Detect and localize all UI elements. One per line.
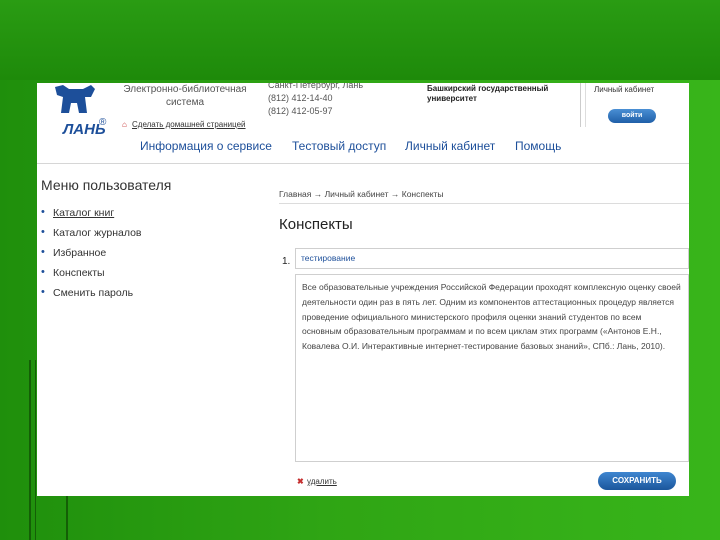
university-box: Башкирский государственный университет <box>419 83 581 127</box>
slide-top-band <box>0 0 720 80</box>
sidebar-item-journals-catalog[interactable]: Каталог журналов <box>41 226 142 247</box>
note-title-field[interactable]: тестирование <box>295 248 689 269</box>
set-homepage-link[interactable]: Сделать домашней страницей <box>132 120 246 129</box>
sidebar-item-notes[interactable]: Конспекты <box>41 266 142 287</box>
nav-item-personal-cabinet[interactable]: Личный кабинет <box>405 139 495 153</box>
nav-divider <box>37 163 689 164</box>
breadcrumb-divider <box>279 203 689 204</box>
nav-item-service-info[interactable]: Информация о сервисе <box>140 139 272 153</box>
nav-item-test-access[interactable]: Тестовый доступ <box>292 139 386 153</box>
site-name: Электронно-библиотечная система <box>115 83 255 109</box>
breadcrumb[interactable]: Главная → Личный кабинет → Конспекты <box>279 189 444 199</box>
logo-registered-mark: ® <box>99 117 107 128</box>
site-name-line1: Электронно-библиотечная <box>123 84 247 95</box>
decorative-line <box>35 360 36 540</box>
site-name-line2: система <box>165 97 205 108</box>
home-icon: ⌂ <box>122 120 127 129</box>
university-name: Башкирский государственный университет <box>427 84 548 104</box>
cabinet-label: Личный кабинет <box>594 85 655 94</box>
browser-screenshot: ЛАНЬ ® Электронно-библиотечная система ⌂… <box>37 83 689 496</box>
login-button[interactable]: войти <box>608 109 656 123</box>
sidebar-item-books-catalog[interactable]: Каталог книг <box>41 206 142 227</box>
page-title: Конспекты <box>279 216 353 233</box>
sidebar-menu: Каталог книг Каталог журналов Избранное … <box>41 206 142 307</box>
decorative-line <box>29 360 31 540</box>
contacts: Санкт-Петербург, Лань (812) 412-14-40 (8… <box>268 83 363 118</box>
login-box: Личный кабинет войти <box>585 83 689 127</box>
save-button[interactable]: СОХРАНИТЬ <box>598 472 676 490</box>
phone-1: (812) 412-14-40 <box>268 93 333 103</box>
note-body-textarea[interactable]: Все образовательные учреждения Российско… <box>295 274 689 462</box>
contacts-address: Санкт-Петербург, Лань <box>268 83 364 90</box>
delete-link[interactable]: удалить <box>307 477 337 486</box>
sidebar-title: Меню пользователя <box>41 177 172 193</box>
sidebar-item-change-password[interactable]: Сменить пароль <box>41 286 142 307</box>
main-nav: Информация о сервисе Тестовый доступ Лич… <box>37 135 689 159</box>
site-header: ЛАНЬ ® Электронно-библиотечная система ⌂… <box>37 83 689 138</box>
note-number: 1. <box>282 256 291 267</box>
sidebar-item-favorites[interactable]: Избранное <box>41 246 142 267</box>
lan-logo[interactable]: ЛАНЬ ® <box>49 83 106 143</box>
deer-logo-icon <box>55 85 95 113</box>
delete-icon[interactable]: ✖ <box>297 477 304 486</box>
university-line2: университет <box>427 94 477 103</box>
nav-item-help[interactable]: Помощь <box>515 139 561 153</box>
university-line1: Башкирский государственный <box>427 84 549 93</box>
phone-2: (812) 412-05-97 <box>268 106 333 116</box>
